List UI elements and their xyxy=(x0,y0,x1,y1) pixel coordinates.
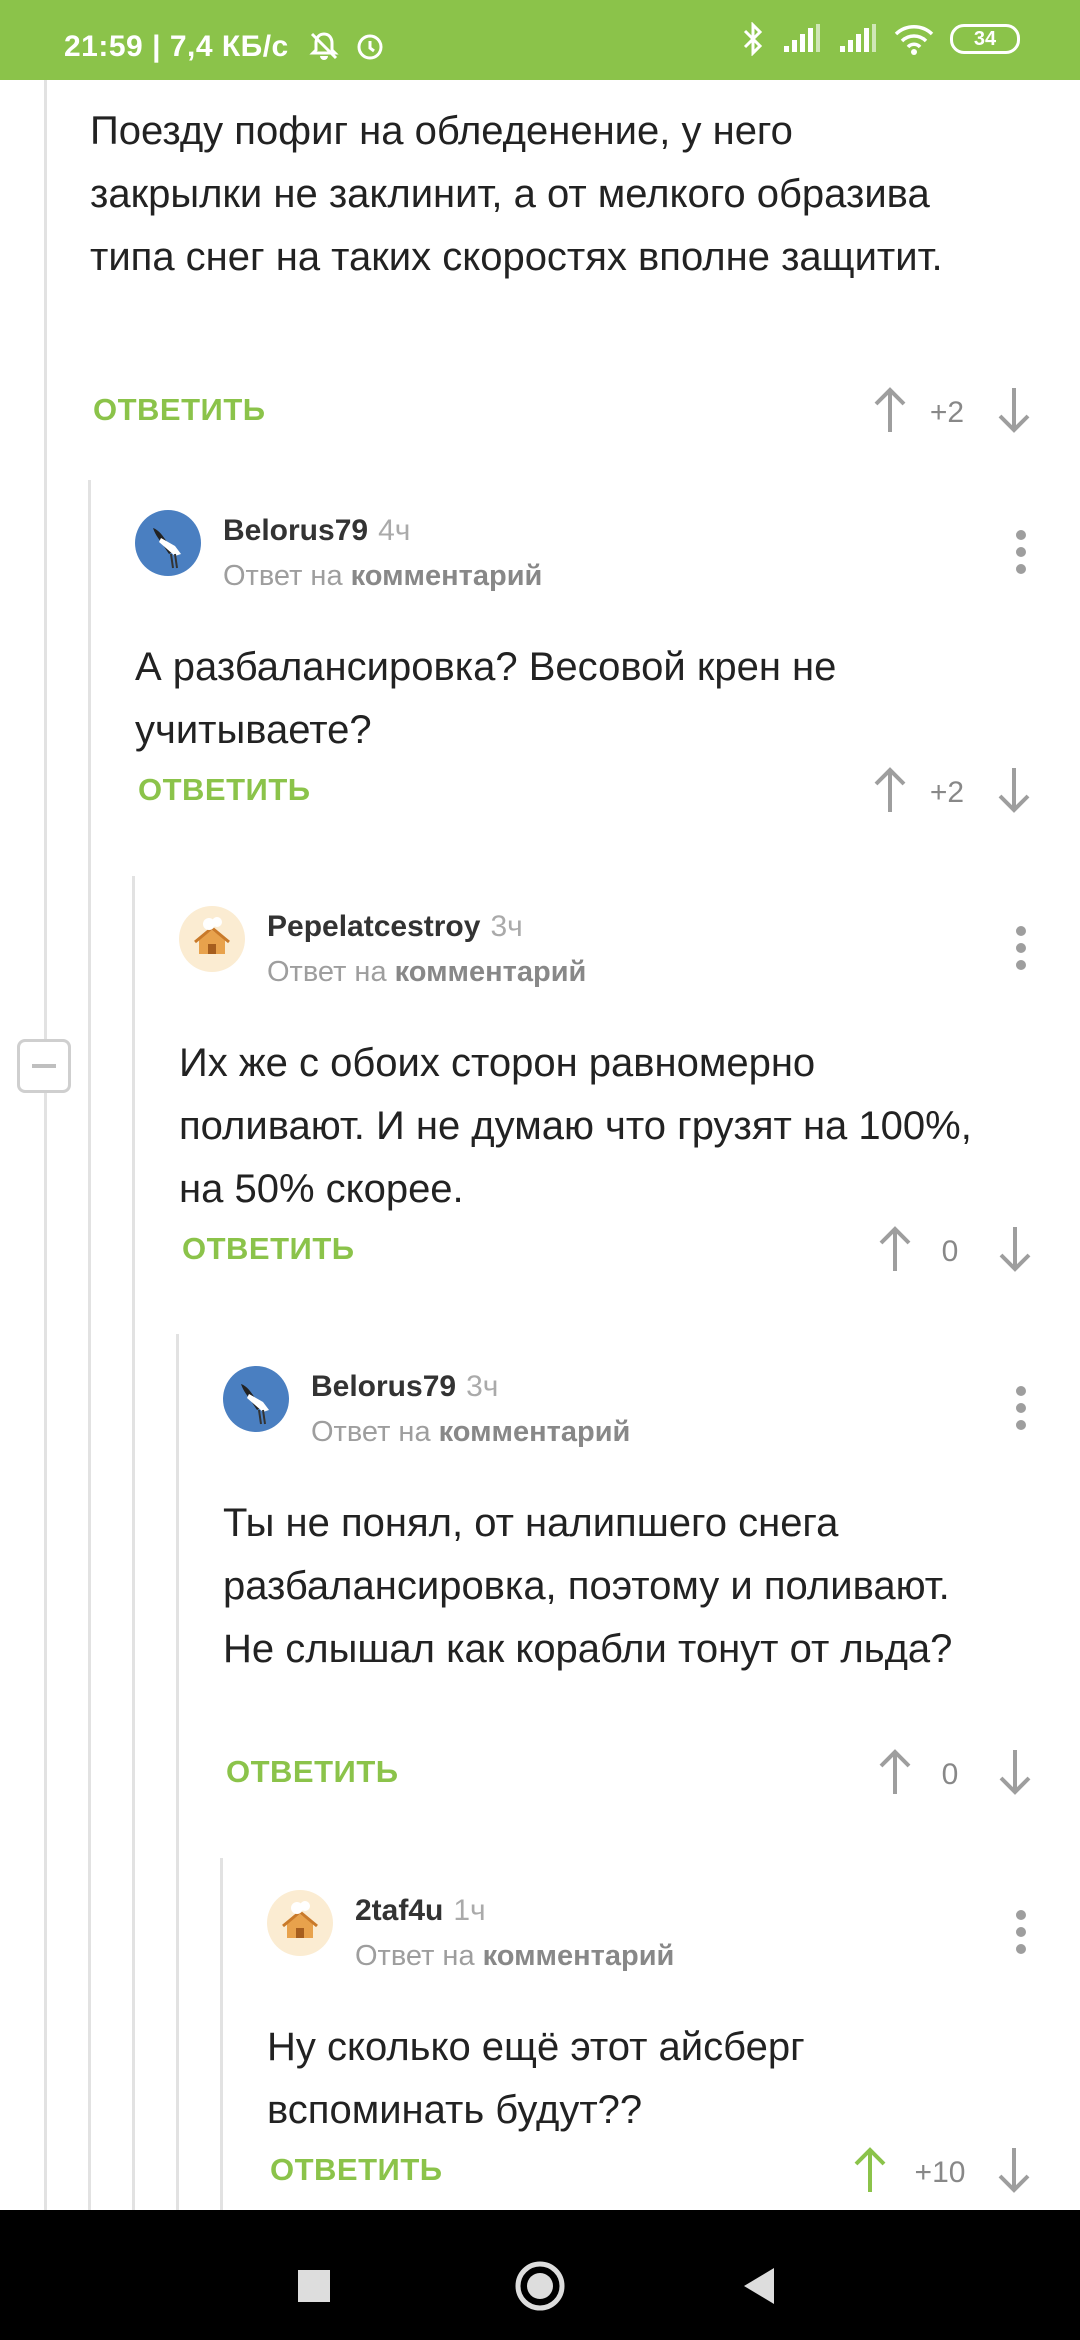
reply-to-link[interactable]: комментарий xyxy=(439,1416,631,1448)
comment-body: Ну сколько ещё этот айсберг вспоминать б… xyxy=(267,2025,805,2132)
recents-icon[interactable] xyxy=(284,2256,344,2316)
comment: Pepelatcestroy 3ч Ответ на комментарий Их… xyxy=(179,906,1050,1272)
comment-score: 0 xyxy=(941,1235,959,1268)
stork-avatar[interactable] xyxy=(135,510,201,576)
comment-score: 0 xyxy=(941,1758,959,1791)
more-options-icon[interactable] xyxy=(1015,530,1027,574)
signal-icon-2 xyxy=(840,24,876,52)
status-bar: 21:59 | 7,4 КБ/с 34 xyxy=(0,0,1080,80)
comment-body: А разбалансировка? Весовой крен не учиты… xyxy=(135,645,837,752)
downvote-icon[interactable] xyxy=(994,2146,1034,2194)
navigation-bar xyxy=(0,2210,1080,2340)
house-avatar[interactable] xyxy=(179,906,245,972)
upvote-icon[interactable] xyxy=(870,766,910,814)
comment-body: Поезду пофиг на обледенение, у него закр… xyxy=(90,109,943,279)
reply-button[interactable]: ОТВЕТИТЬ xyxy=(226,1754,399,1790)
thread-line xyxy=(44,80,47,2210)
comment-age: 1ч xyxy=(453,1894,486,1927)
reply-button[interactable]: ОТВЕТИТЬ xyxy=(270,2152,443,2188)
comment-body: Ты не понял, от налипшего снега разбалан… xyxy=(223,1501,953,1671)
reply-button[interactable]: ОТВЕТИТЬ xyxy=(138,772,311,808)
more-options-icon[interactable] xyxy=(1015,1386,1027,1430)
comments-feed[interactable]: Поезду пофиг на обледенение, у него закр… xyxy=(0,80,1080,2210)
nest-line-1 xyxy=(88,480,91,2210)
reply-to-link[interactable]: комментарий xyxy=(483,1940,675,1972)
more-options-icon[interactable] xyxy=(1015,1910,1027,1954)
home-icon[interactable] xyxy=(510,2256,570,2316)
bluetooth-icon xyxy=(743,22,763,56)
comment-age: 3ч xyxy=(466,1370,499,1403)
downvote-icon[interactable] xyxy=(995,1225,1035,1273)
upvote-icon-active[interactable] xyxy=(850,2146,890,2194)
comment: Belorus79 4ч Ответ на комментарий А разба… xyxy=(135,510,1050,813)
nest-line-3 xyxy=(176,1334,179,2210)
reply-to-link[interactable]: комментарий xyxy=(351,560,543,592)
comment-age: 3ч xyxy=(490,910,523,943)
comment-score: +2 xyxy=(929,396,965,429)
upvote-icon[interactable] xyxy=(875,1225,915,1273)
comment-author[interactable]: Pepelatcestroy 3ч xyxy=(267,910,523,944)
downvote-icon[interactable] xyxy=(994,766,1034,814)
reply-to-label: Ответ на комментарий xyxy=(223,560,543,592)
upvote-icon[interactable] xyxy=(875,1748,915,1796)
battery-indicator: 34 xyxy=(950,24,1020,54)
downvote-icon[interactable] xyxy=(995,1748,1035,1796)
network-speed: 7,4 КБ/с xyxy=(169,30,289,63)
reply-to-link[interactable]: комментарий xyxy=(395,956,587,988)
upvote-icon[interactable] xyxy=(870,386,910,434)
reply-button[interactable]: ОТВЕТИТЬ xyxy=(93,392,266,428)
reply-to-label: Ответ на комментарий xyxy=(311,1416,631,1448)
nest-line-2 xyxy=(132,876,135,2210)
signal-icon xyxy=(784,24,820,52)
back-icon[interactable] xyxy=(730,2256,790,2316)
status-time: 21:59 | 7,4 КБ/с xyxy=(64,30,289,63)
comment: Belorus79 3ч Ответ на комментарий Ты не п… xyxy=(223,1366,1050,1795)
reply-to-label: Ответ на комментарий xyxy=(267,956,587,988)
reply-button[interactable]: ОТВЕТИТЬ xyxy=(182,1231,355,1267)
comment: 2taf4u 1ч Ответ на комментарий Ну сколько… xyxy=(267,1890,1050,2193)
comment-age: 4ч xyxy=(378,514,411,547)
house-avatar[interactable] xyxy=(267,1890,333,1956)
more-options-icon[interactable] xyxy=(1015,926,1027,970)
stork-avatar[interactable] xyxy=(223,1366,289,1432)
comment-author[interactable]: 2taf4u 1ч xyxy=(355,1894,486,1928)
wifi-icon xyxy=(894,25,934,55)
mute-notifications-icon xyxy=(309,32,339,60)
collapse-thread-button[interactable] xyxy=(17,1039,71,1093)
nest-line-4 xyxy=(220,1858,223,2210)
comment-score: +2 xyxy=(929,776,965,809)
comment-body: Их же с обоих сторон равномерно поливают… xyxy=(179,1041,972,1211)
downvote-icon[interactable] xyxy=(994,386,1034,434)
comment-author[interactable]: Belorus79 3ч xyxy=(311,1370,498,1404)
comment-author[interactable]: Belorus79 4ч xyxy=(223,514,410,548)
alarm-icon xyxy=(357,34,383,60)
comment-score: +10 xyxy=(914,2156,966,2189)
comment: Поезду пофиг на обледенение, у него закр… xyxy=(90,100,1050,433)
reply-to-label: Ответ на комментарий xyxy=(355,1940,675,1972)
